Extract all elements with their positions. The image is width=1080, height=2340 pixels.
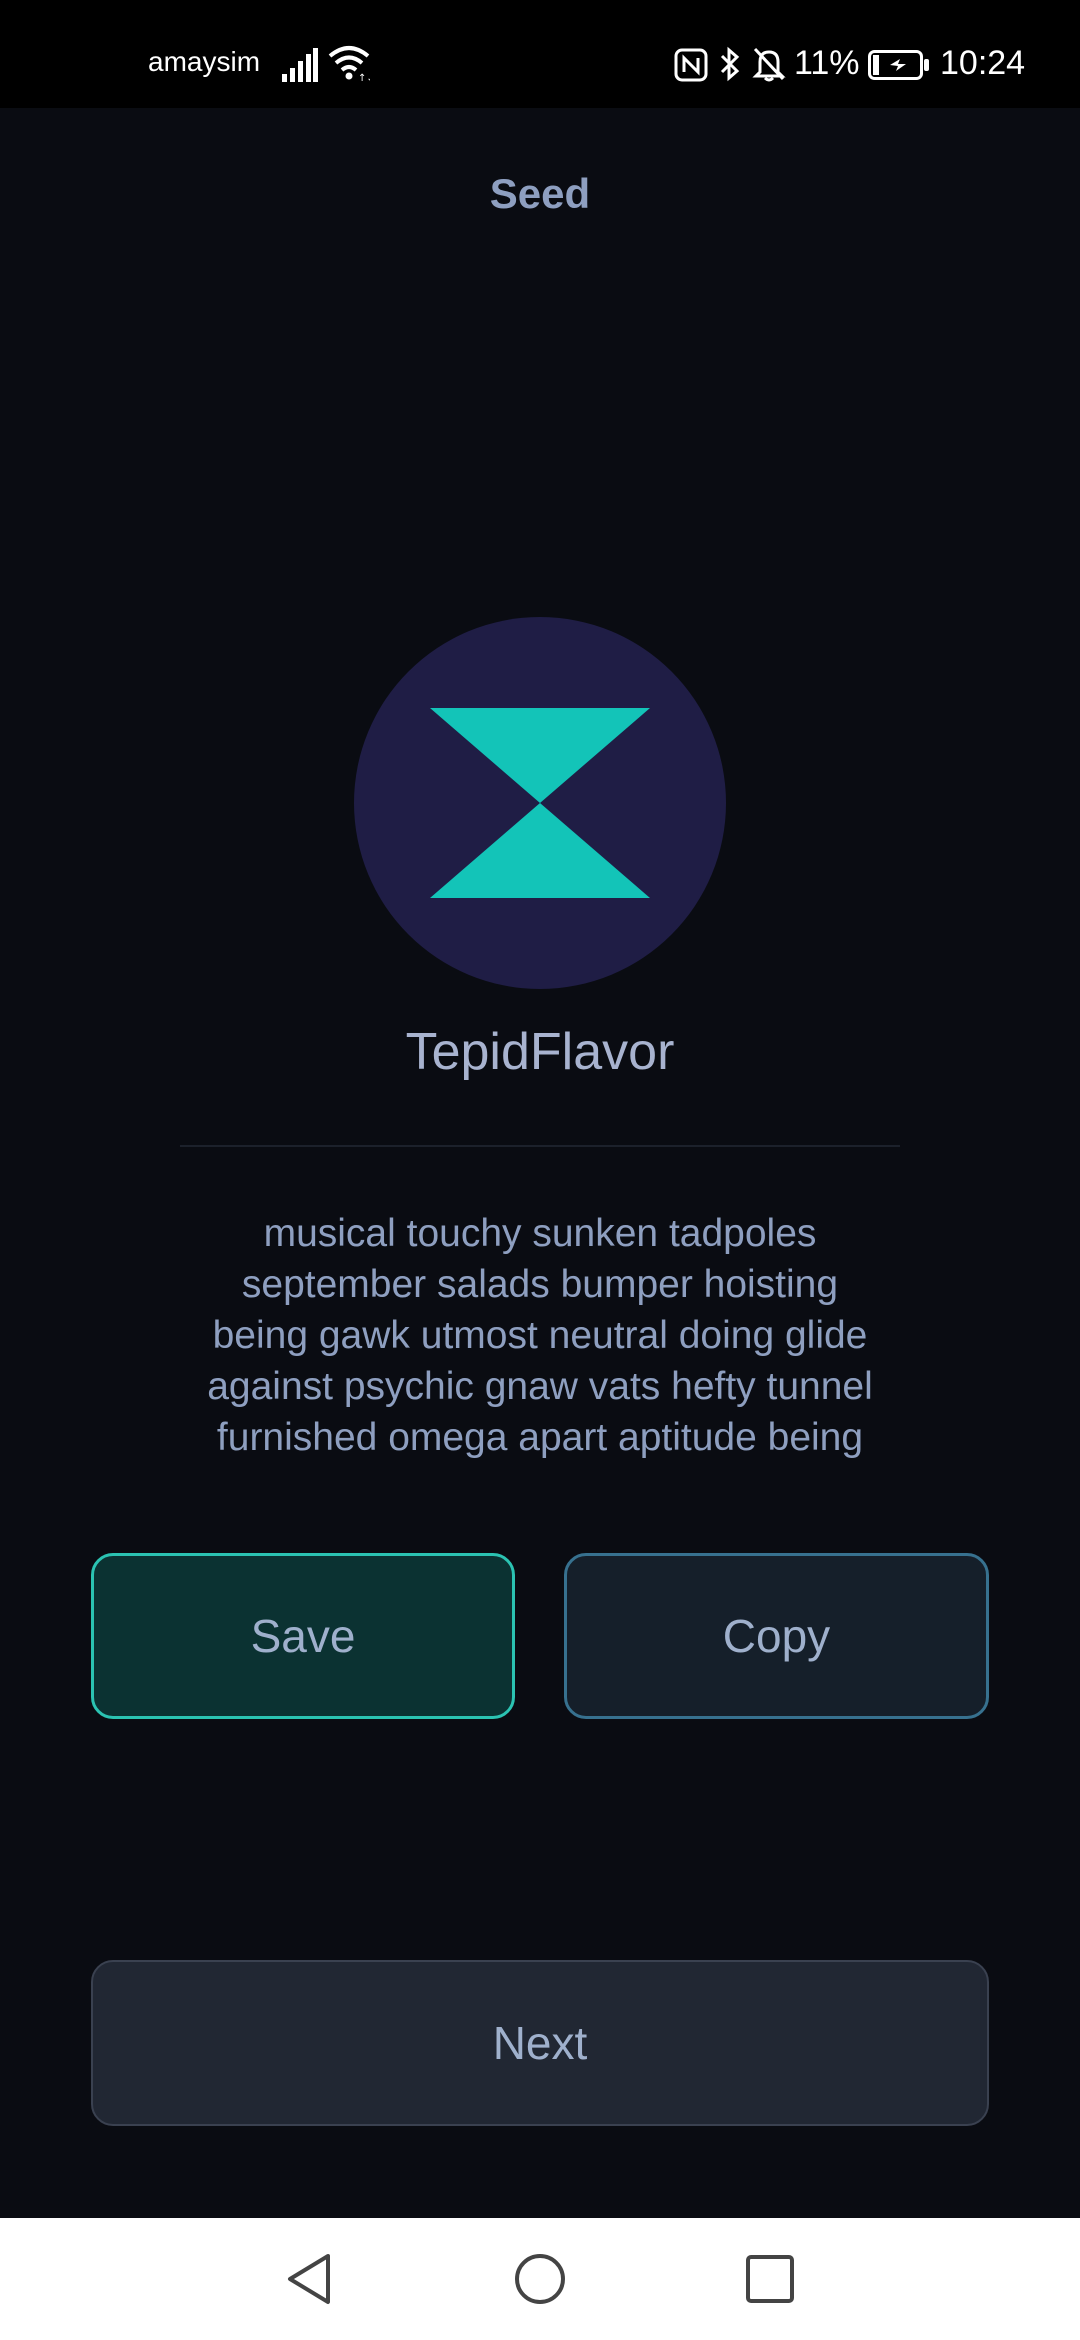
battery-charging-icon [868,50,930,85]
svg-text:↑↓: ↑↓ [358,73,370,82]
seed-line: furnished omega apart aptitude being [216,1416,864,1459]
navigation-bar [0,2218,1080,2340]
wifi-icon: ↑↓ [328,44,375,87]
seed-line: being gawk utmost neutral doing glide [212,1314,868,1357]
signal-icon [282,48,318,87]
bluetooth-icon [718,46,742,87]
copy-button[interactable]: Copy [564,1553,989,1719]
hourglass-logo-icon [430,708,650,898]
next-button[interactable]: Next [91,1960,989,2126]
status-bar: amaysim ↑↓ [0,0,1080,108]
save-button[interactable]: Save [91,1553,515,1719]
nfc-icon [674,48,708,87]
account-name: TepidFlavor [405,1023,675,1081]
mute-icon [752,46,786,87]
clock: 10:24 [940,44,1026,82]
home-icon[interactable] [514,2252,566,2311]
seed-line: september salads bumper hoisting [241,1263,839,1306]
seed-phrase: musical touchy sunken tadpoles september… [140,1208,940,1463]
seed-line: musical touchy sunken tadpoles [263,1212,817,1255]
page-title: Seed [489,170,591,217]
avatar [354,617,726,989]
seed-screen: amaysim ↑↓ [0,0,1080,2340]
recents-icon[interactable] [744,2252,796,2311]
seed-line: against psychic gnaw vats hefty tunnel [207,1365,873,1408]
battery-percent: 11% [794,44,860,82]
carrier-name: amaysim [148,46,261,77]
back-icon[interactable] [284,2252,336,2311]
divider [180,1145,900,1147]
